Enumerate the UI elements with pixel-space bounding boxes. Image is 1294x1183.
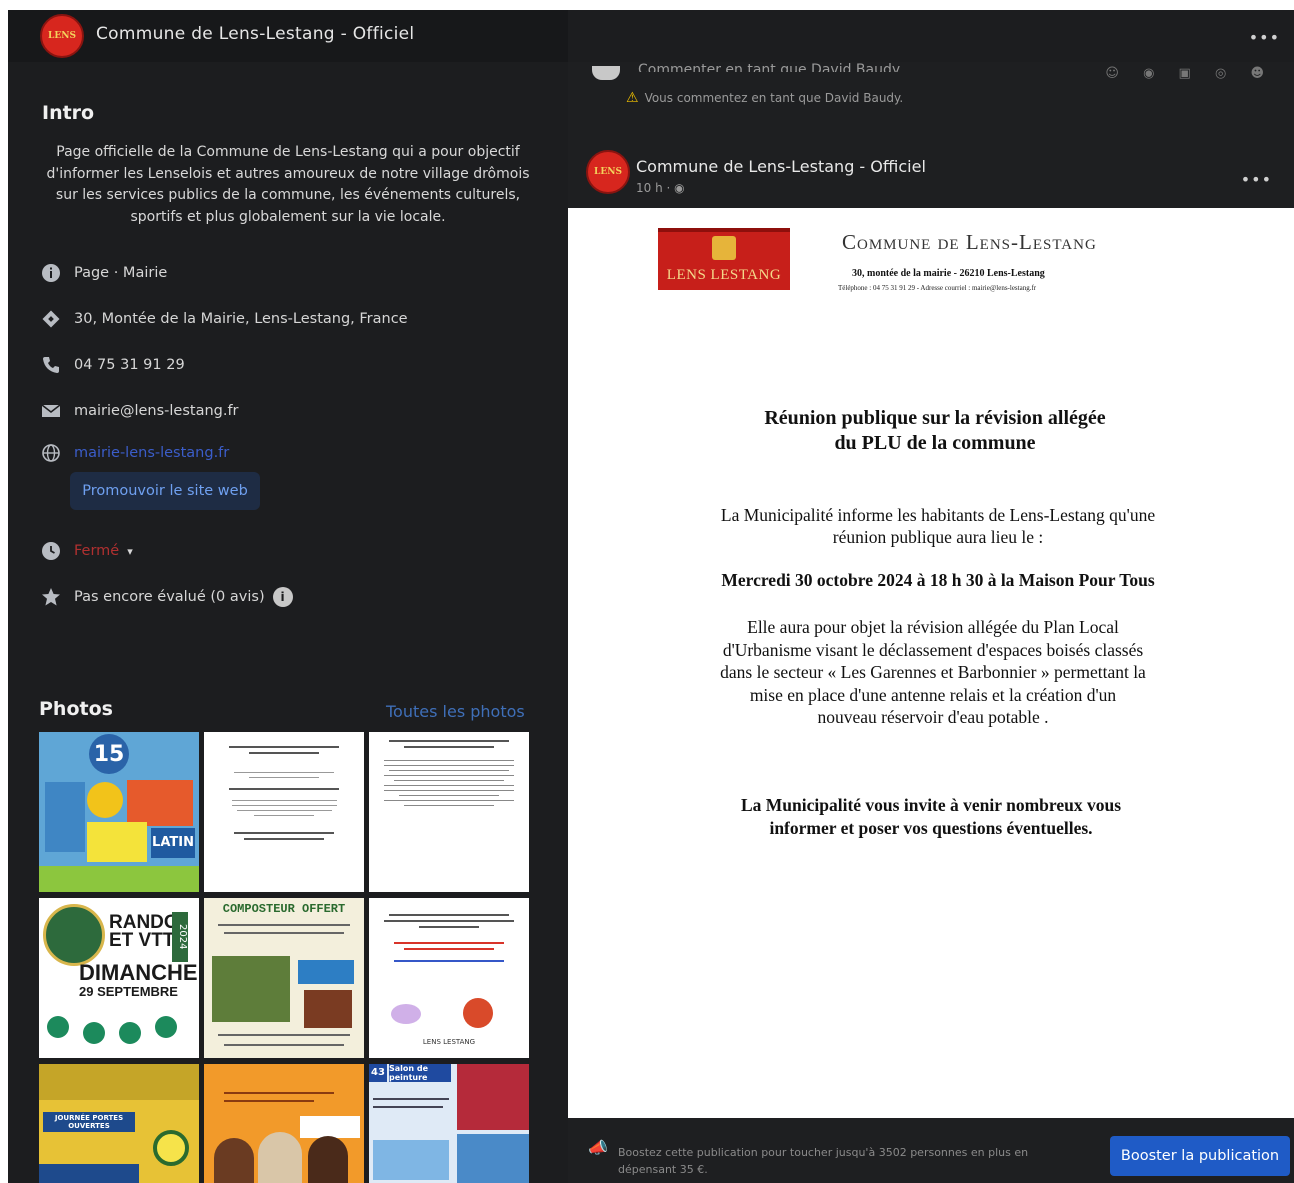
info-website-row: mairie-lens-lestang.fr xyxy=(40,442,229,464)
address-text: 30, Montée de la Mairie, Lens-Lestang, F… xyxy=(74,311,408,327)
category-text: Page · Mairie xyxy=(74,265,168,281)
post-time-text: 10 h · xyxy=(636,181,671,195)
photo-thumbnail[interactable] xyxy=(204,1064,364,1183)
photo-caption: Salon de peinture xyxy=(389,1064,451,1082)
comment-warning: ⚠ Vous commentez en tant que David Baudy… xyxy=(626,90,903,106)
photos-heading: Photos xyxy=(39,698,113,720)
phone-text[interactable]: 04 75 31 91 29 xyxy=(74,357,185,373)
hours-status: Fermé xyxy=(74,543,120,559)
megaphone-icon: 📣 xyxy=(588,1138,608,1157)
facebook-page-frame: LENS Commune de Lens-Lestang - Officiel … xyxy=(8,10,1294,1183)
page-header: LENS Commune de Lens-Lestang - Officiel xyxy=(8,10,568,62)
info-phone-row: 04 75 31 91 29 xyxy=(40,354,185,376)
photo-thumbnail[interactable]: COMPOSTEUR OFFERT xyxy=(204,898,364,1058)
avatar-logo-text: LENS xyxy=(48,31,76,41)
page-avatar[interactable]: LENS xyxy=(40,14,84,58)
photo-caption: JOURNÉE PORTES OUVERTES xyxy=(43,1112,135,1132)
all-photos-link[interactable]: Toutes les photos xyxy=(386,702,525,721)
globe-icon xyxy=(40,442,62,464)
doc-date: Mercredi 30 octobre 2024 à 18 h 30 à la … xyxy=(721,570,1155,590)
doc-contact: Téléphone : 04 75 31 91 29 - Adresse cou… xyxy=(838,284,1037,292)
post-more-icon[interactable]: ••• xyxy=(1241,170,1272,189)
photo-thumbnail[interactable] xyxy=(204,732,364,892)
rating-info-icon[interactable]: i xyxy=(272,587,293,607)
photo-subtext: 29 SEPTEMBRE xyxy=(79,984,178,999)
photo-year: 2024 xyxy=(172,912,188,962)
star-icon xyxy=(40,586,62,608)
photo-thumbnail[interactable] xyxy=(369,732,529,892)
photo-text: DIMANCHE xyxy=(79,960,198,985)
comment-input[interactable]: Commenter en tant que David Baudy xyxy=(638,62,900,72)
post-image[interactable]: LENS LESTANG Commune de Lens-Lestang 30,… xyxy=(568,208,1294,1118)
left-column: Intro Page officielle de la Commune de L… xyxy=(8,62,568,1183)
comment-tools-icons[interactable]: ☺ ◉ ▣ ◎ ☻ xyxy=(1105,66,1274,81)
doc-address: 30, montée de la mairie - 26210 Lens-Les… xyxy=(852,268,1045,279)
commune-logo: LENS LESTANG xyxy=(658,228,790,290)
warning-icon: ⚠ xyxy=(626,90,639,106)
rating-text: Pas encore évalué (0 avis) xyxy=(74,589,265,605)
photo-text: LATIN xyxy=(151,828,195,858)
info-rating-row: Pas encore évalué (0 avis) i xyxy=(40,586,293,608)
promote-website-button[interactable]: Promouvoir le site web xyxy=(70,472,260,510)
doc-paragraph-1: La Municipalité informe les habitants de… xyxy=(720,505,1156,547)
photo-caption: COMPOSTEUR OFFERT xyxy=(222,902,346,916)
chevron-down-icon[interactable]: ▾ xyxy=(127,545,133,558)
photo-caption: 15 xyxy=(89,734,129,774)
post-author-name[interactable]: Commune de Lens-Lestang - Officiel xyxy=(636,157,926,176)
doc-title: Réunion publique sur la révision allégée… xyxy=(764,407,1106,454)
page-title[interactable]: Commune de Lens-Lestang - Officiel xyxy=(96,24,414,44)
location-icon xyxy=(40,308,62,330)
photo-thumbnail[interactable]: LENS LESTANG xyxy=(369,898,529,1058)
email-icon xyxy=(40,400,62,422)
photo-text: LENS LESTANG xyxy=(422,1038,476,1046)
post-timestamp[interactable]: 10 h · ◉ xyxy=(636,181,685,195)
crest-icon xyxy=(712,236,736,260)
info-hours-row[interactable]: Fermé ▾ xyxy=(40,540,133,562)
info-icon xyxy=(40,262,62,284)
post-author-avatar[interactable]: LENS xyxy=(586,150,630,194)
email-text[interactable]: mairie@lens-lestang.fr xyxy=(74,403,239,419)
photo-number: 43 xyxy=(369,1064,387,1082)
commenter-avatar xyxy=(592,66,620,80)
feed-column: Commenter en tant que David Baudy ☺ ◉ ▣ … xyxy=(568,62,1294,1183)
doc-invitation: La Municipalité vous invite à venir nomb… xyxy=(740,795,1122,838)
doc-paragraph-2: Elle aura pour objet la révision allégée… xyxy=(720,617,1146,727)
website-link[interactable]: mairie-lens-lestang.fr xyxy=(74,445,229,461)
header-more-icon[interactable]: ••• xyxy=(1249,28,1280,47)
info-category-row: Page · Mairie xyxy=(40,262,167,284)
boost-description: Boostez cette publication pour toucher j… xyxy=(618,1146,1029,1176)
commune-logo-text: LENS LESTANG xyxy=(666,267,782,283)
doc-organization: Commune de Lens-Lestang xyxy=(842,230,1097,254)
clock-icon xyxy=(40,540,62,562)
avatar-logo-text: LENS xyxy=(594,167,622,177)
photo-thumbnail[interactable]: 43 Salon de peinture xyxy=(369,1064,529,1183)
photo-caption: RANDO ET VTT xyxy=(109,912,179,951)
photo-thumbnail[interactable]: RANDO ET VTT 2024 DIMANCHE 29 SEPTEMBRE xyxy=(39,898,199,1058)
phone-icon xyxy=(40,354,62,376)
globe-icon: ◉ xyxy=(674,181,685,195)
photo-thumbnail[interactable]: JOURNÉE PORTES OUVERTES xyxy=(39,1064,199,1183)
intro-description: Page officielle de la Commune de Lens-Le… xyxy=(46,144,530,225)
warning-text: Vous commentez en tant que David Baudy. xyxy=(644,91,904,105)
info-address-row: 30, Montée de la Mairie, Lens-Lestang, F… xyxy=(40,308,408,330)
photo-thumbnail[interactable]: 15 LATIN xyxy=(39,732,199,892)
info-email-row: mairie@lens-lestang.fr xyxy=(40,400,239,422)
boost-post-button[interactable]: Booster la publication xyxy=(1110,1136,1290,1176)
intro-heading: Intro xyxy=(42,102,95,124)
